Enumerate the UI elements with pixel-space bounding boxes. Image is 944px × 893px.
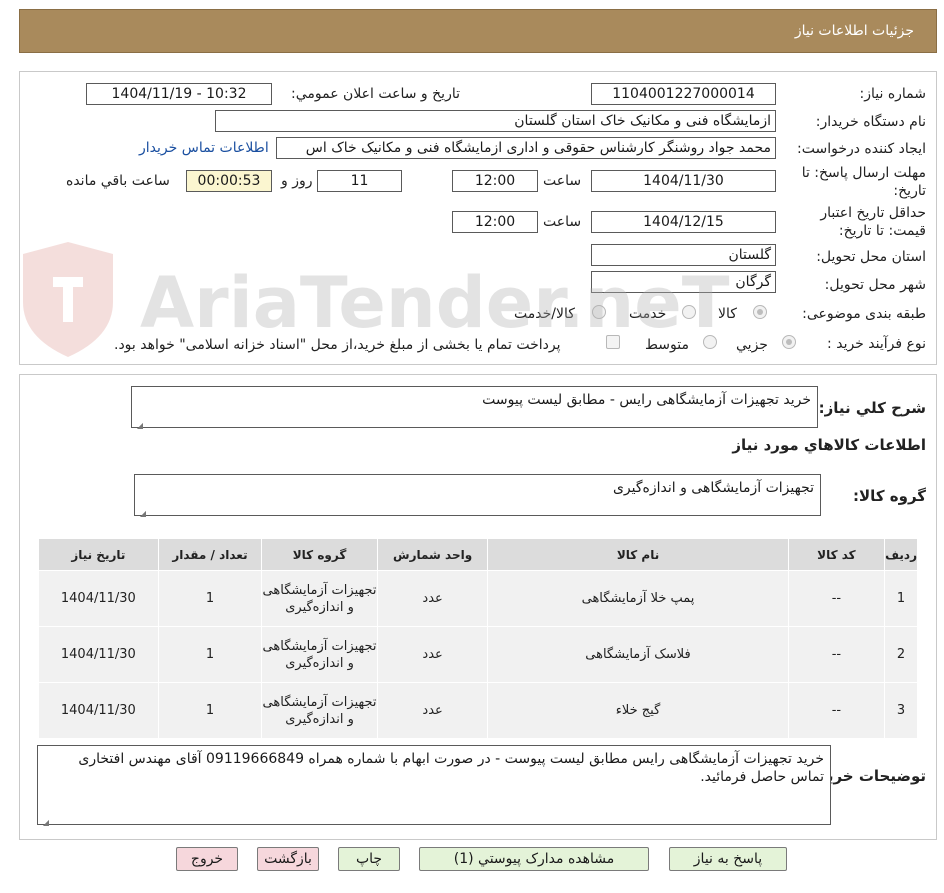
row-group: تجهیزات آزمایشگاهی و اندازه‌گیری	[261, 626, 378, 683]
table-row: 1 -- پمپ خلا آزمایشگاهی عدد تجهیزات آزما…	[38, 570, 918, 627]
col-header-code: کد کالا	[787, 538, 886, 571]
deadline-time-label: ساعت	[543, 173, 582, 189]
row-index: 2	[884, 626, 918, 683]
row-code: --	[787, 570, 886, 627]
price-validity-time-field: 12:00	[452, 211, 538, 233]
delivery-city-label: شهر محل تحويل:	[824, 277, 926, 293]
row-index: 3	[884, 682, 918, 739]
request-creator-field: محمد جواد روشنگر کارشناس حقوقی و اداری ا…	[276, 137, 776, 159]
table-row: 2 -- فلاسک آزمایشگاهی عدد تجهیزات آزمایش…	[38, 626, 918, 683]
table-row: 3 -- گیج خلاء عدد تجهیزات آزمایشگاهی و ا…	[38, 682, 918, 739]
process-option-medium: متوسط	[645, 337, 689, 353]
row-date: 1404/11/30	[38, 626, 159, 683]
row-group: تجهیزات آزمایشگاهی و اندازه‌گیری	[261, 570, 378, 627]
delivery-province-label: استان محل تحويل:	[816, 249, 926, 265]
process-radio-medium[interactable]	[703, 335, 717, 349]
buyer-name-field: ازمایشگاه فنی و مکانیک خاک استان گلستان	[215, 110, 776, 132]
col-header-unit: واحد شمارش	[376, 538, 489, 571]
days-label: روز و	[281, 173, 313, 189]
row-group: تجهیزات آزمایشگاهی و اندازه‌گیری	[261, 682, 378, 739]
buyer-notes-text: خرید تجهیزات آزمایشگاهی رایس مطابق لیست …	[78, 751, 824, 785]
goods-group-textarea[interactable]: تجهیزات آزمایشگاهی و اندازه‌گیری ◢	[134, 474, 821, 518]
print-button[interactable]: چاپ	[338, 847, 400, 871]
price-validity-label-date: قيمت: تا تاريخ:	[838, 223, 926, 239]
goods-group-label: گروه کالا:	[853, 487, 926, 505]
col-header-date: تاريخ نياز	[38, 538, 159, 571]
price-validity-date-field: 1404/12/15	[591, 211, 776, 233]
row-name: پمپ خلا آزمایشگاهی	[487, 570, 789, 627]
deadline-date-field: 1404/11/30	[591, 170, 776, 192]
category-radio-goods[interactable]	[753, 305, 767, 319]
need-number-field: 1104001227000014	[591, 83, 776, 105]
row-index: 1	[884, 570, 918, 627]
col-header-name: نام کالا	[487, 538, 789, 571]
resize-grip-icon[interactable]: ◢	[135, 417, 143, 430]
row-code: --	[787, 682, 886, 739]
resize-grip-icon[interactable]: ◢	[138, 505, 146, 518]
row-quantity: 1	[157, 570, 263, 627]
deadline-time-field: 12:00	[452, 170, 538, 192]
goods-group-text: تجهیزات آزمایشگاهی و اندازه‌گیری	[612, 480, 814, 496]
category-option-service: خدمت	[629, 306, 667, 322]
category-option-goods: کالا	[718, 306, 737, 322]
time-remaining-field: 00:00:53	[186, 170, 272, 192]
category-radio-goods-service[interactable]	[592, 305, 606, 319]
row-name: فلاسک آزمایشگاهی	[487, 626, 789, 683]
time-remaining-label: ساعت باقي مانده	[66, 173, 170, 189]
need-number-label: شماره نیاز:	[859, 86, 927, 102]
process-option-minor: جزيي	[736, 337, 768, 353]
need-summary-textarea[interactable]: خرید تجهیزات آزمایشگاهی رایس - مطابق لیس…	[131, 386, 818, 430]
row-date: 1404/11/30	[38, 682, 159, 739]
row-unit: عدد	[376, 570, 489, 627]
page-title: جزئیات اطلاعات نیاز	[794, 23, 914, 39]
delivery-province-field: گلستان	[591, 244, 776, 266]
row-code: --	[787, 626, 886, 683]
exit-button[interactable]: خروج	[176, 847, 238, 871]
category-label: طبقه بندی موضوعی:	[802, 306, 926, 322]
announce-datetime-label: تاريخ و ساعت اعلان عمومي:	[291, 86, 460, 102]
reply-button[interactable]: پاسخ به نياز	[669, 847, 787, 871]
resize-grip-icon[interactable]: ◢	[41, 814, 49, 827]
category-option-goods-service: کالا/خدمت	[514, 306, 575, 322]
deadline-label-date: تاريخ:	[893, 183, 926, 199]
row-unit: عدد	[376, 682, 489, 739]
days-remaining-field: 11	[317, 170, 402, 192]
row-date: 1404/11/30	[38, 570, 159, 627]
announce-datetime-field: 1404/11/19 - 10:32	[86, 83, 272, 105]
row-name: گیج خلاء	[487, 682, 789, 739]
delivery-city-field: گرگان	[591, 271, 776, 293]
col-header-quantity: تعداد / مقدار	[157, 538, 263, 571]
page-header: جزئیات اطلاعات نیاز	[19, 9, 937, 53]
need-summary-label: شرح کلي نياز:	[818, 399, 926, 417]
buyer-notes-textarea[interactable]: خرید تجهیزات آزمایشگاهی رایس مطابق لیست …	[37, 745, 831, 827]
view-attachments-button[interactable]: مشاهده مدارک پيوستي (1)	[419, 847, 649, 871]
row-quantity: 1	[157, 626, 263, 683]
deadline-label: مهلت ارسال پاسخ: تا	[801, 165, 926, 181]
treasury-payment-note: پرداخت تمام يا بخشی از مبلغ خريد،از محل …	[114, 337, 561, 353]
category-radio-service[interactable]	[682, 305, 696, 319]
purchase-process-label: نوع فرآيند خريد :	[827, 336, 926, 352]
row-quantity: 1	[157, 682, 263, 739]
goods-table-header: رديف کد کالا نام کالا واحد شمارش گروه کا…	[38, 538, 918, 571]
buyer-name-label: نام دستگاه خريدار:	[815, 114, 926, 130]
col-header-group: گروه کالا	[261, 538, 378, 571]
back-button[interactable]: بازگشت	[257, 847, 319, 871]
buyer-contact-link[interactable]: اطلاعات تماس خريدار	[139, 140, 269, 156]
process-radio-minor[interactable]	[782, 335, 796, 349]
price-validity-label: حداقل تاريخ اعتبار	[820, 205, 926, 221]
request-creator-label: ايجاد کننده درخواست:	[797, 141, 926, 157]
treasury-payment-checkbox[interactable]	[606, 335, 620, 349]
col-header-index: رديف	[884, 538, 918, 571]
need-summary-text: خرید تجهیزات آزمایشگاهی رایس - مطابق لیس…	[482, 392, 811, 408]
price-validity-time-label: ساعت	[543, 214, 582, 230]
goods-table: رديف کد کالا نام کالا واحد شمارش گروه کا…	[38, 538, 918, 739]
row-unit: عدد	[376, 626, 489, 683]
goods-section-title: اطلاعات کالاهاي مورد نياز	[732, 436, 926, 454]
